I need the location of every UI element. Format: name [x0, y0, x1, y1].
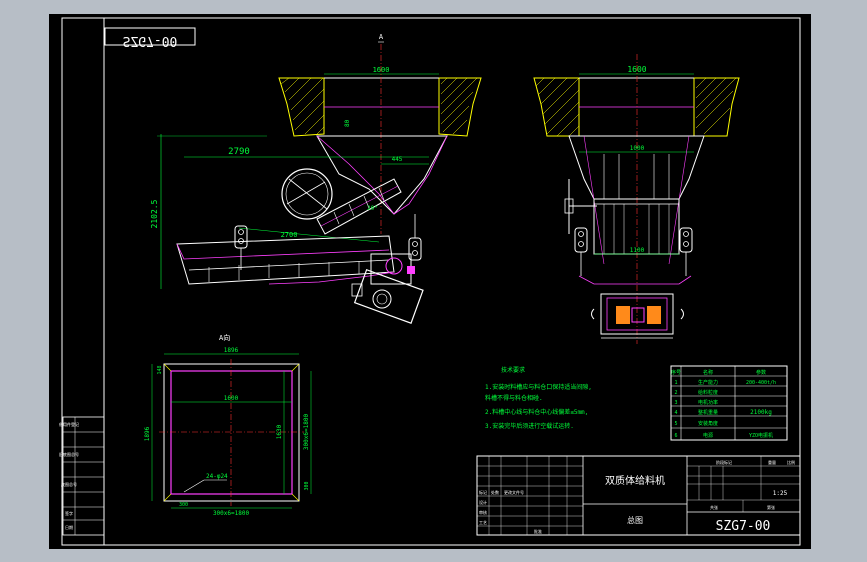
spec-r3-no: 3 [674, 400, 677, 406]
suspension-spring-left [234, 225, 248, 270]
vibration-motor [351, 253, 424, 324]
side-exciter [591, 293, 684, 339]
spec-h-param: 参数 [756, 369, 766, 376]
front-dim-445: 445 [392, 156, 403, 163]
title-block: 标记 处数 更改文件号 设计 审核 工艺 批准 双质体给料机 总图 阶段标记 重… [476, 455, 801, 536]
tb-weight-label: 重量 [768, 459, 776, 465]
tb-scale-label: 比例 [787, 459, 795, 465]
plan-view-title: A向 [219, 333, 230, 342]
tb-label-design: 设计 [479, 499, 487, 505]
tb-label-approve: 批准 [534, 528, 542, 534]
plan-inner-opening [170, 370, 293, 495]
side-mid-width: 1000 [630, 145, 645, 152]
flywheel [281, 168, 333, 220]
spec-table: 序号 名称 参数 1 生产能力 200-400t/h 2 给料粒度 3 电机功率… [670, 365, 788, 441]
plan-pitch-bottom: 300x6=1800 [213, 510, 250, 517]
side-trough [593, 198, 680, 255]
spec-r6-name: 电源 [703, 432, 713, 439]
front-angle: 20° [367, 205, 378, 212]
plan-edge: 148 [157, 365, 163, 374]
plan-pitch-right: 300x6=1800 [303, 414, 310, 451]
strip-label-base: 底图总号 [61, 481, 77, 487]
strip-label-date: 日期 [65, 524, 73, 530]
side-hopper-wall-left [533, 77, 580, 137]
plan-view-a: A向 1896 1600 1896 148 1630 300x6=1800 30… [144, 333, 312, 517]
tb-label-process: 工艺 [479, 520, 487, 525]
section-marker-a: A [379, 33, 384, 41]
front-view: 1600 A 80 2790 445 2102.5 20° 2700 [150, 33, 482, 324]
tb-stage-label: 阶段标记 [716, 459, 732, 465]
side-view: 1600 1000 1100 [533, 54, 740, 344]
hopper-wall-left [278, 77, 325, 137]
plan-bolts: 24-φ24 [206, 473, 228, 480]
tb-scale-value: 1:25 [773, 490, 788, 497]
spec-r1-no: 1 [674, 380, 677, 386]
side-spring-left [574, 227, 588, 276]
tb-drawing-type: 总图 [627, 515, 643, 525]
tb-label-mark: 标记 [479, 489, 487, 495]
cad-drawing: SZG7-00 1600 A 80 2790 445 2102.5 20° 27… [59, 17, 801, 546]
tb-sheets-total: 共张 [710, 504, 718, 510]
notes-heading: 技术要求 [501, 366, 525, 374]
front-dim-small: 80 [344, 119, 351, 127]
spec-r1-value: 200-400t/h [746, 380, 776, 386]
spec-r4-name: 整机重量 [698, 409, 718, 416]
notes-line-2: 料槽不得与料仓相碰. [485, 394, 543, 402]
notes-line-1: 1.安装时料槽应与料仓口保持适当间隙, [485, 383, 592, 391]
tb-sheet-no: 第张 [767, 504, 775, 510]
tb-drawing-number: SZG7-00 [716, 519, 771, 534]
drawing-sheet: SZG7-00 1600 A 80 2790 445 2102.5 20° 27… [49, 14, 811, 549]
left-strip-table: 借用件登记 旧底图总号 底图总号 签字 日期 [59, 416, 105, 536]
spec-r6-value: YZO电振机 [749, 432, 773, 439]
spec-r4-value: 2100kg [750, 409, 772, 416]
strip-label-borrow: 借用件登记 [59, 421, 79, 427]
notes-line-4: 3.安装完毕后须进行空载试运转. [485, 422, 574, 430]
spec-h-no: 序号 [671, 369, 681, 376]
spec-r2-name: 给料粒度 [698, 389, 718, 396]
side-spring-right [679, 227, 693, 276]
spec-r5-no: 5 [674, 421, 677, 427]
strip-label-old: 旧底图总号 [59, 451, 79, 457]
tb-label-review: 审核 [479, 509, 487, 515]
spec-r1-name: 生产能力 [698, 379, 718, 386]
spec-r6-no: 6 [674, 433, 677, 439]
front-dim-2700: 2700 [281, 231, 298, 239]
front-dim-height: 2102.5 [150, 199, 159, 228]
front-dim-2790: 2790 [228, 147, 250, 157]
plan-overall-width: 1896 [224, 347, 239, 354]
spec-r2-no: 2 [674, 390, 677, 396]
spec-h-name: 名称 [703, 369, 713, 376]
tb-label-count: 处数 [491, 489, 499, 495]
plan-edge-300: 300 [304, 481, 310, 490]
strip-label-sign: 签字 [65, 510, 73, 516]
spec-r3-name: 电机功率 [698, 399, 718, 406]
plan-height-left: 1896 [144, 426, 151, 441]
plan-inner-width: 1600 [224, 395, 239, 402]
technical-notes: 技术要求 1.安装时料槽应与料仓口保持适当间隙, 料槽不得与料仓相碰. 2.料槽… [485, 366, 592, 430]
tb-product-name: 双质体给料机 [605, 474, 665, 487]
spec-r4-no: 4 [674, 410, 677, 416]
notes-line-3: 2.料槽中心线与料仓中心线偏差≤5mm, [485, 408, 588, 416]
suspension-spring-right [408, 214, 422, 261]
mirrored-drawing-number: SZG7-00 [123, 33, 178, 48]
tb-label-change: 更改文件号 [504, 489, 524, 495]
side-hopper-wall-right [693, 77, 740, 137]
plan-bottom-300: 300 [179, 502, 188, 508]
side-lower-width: 1100 [630, 247, 645, 254]
plan-height-inner: 1630 [276, 424, 283, 439]
spec-r5-name: 安装角度 [698, 420, 718, 427]
